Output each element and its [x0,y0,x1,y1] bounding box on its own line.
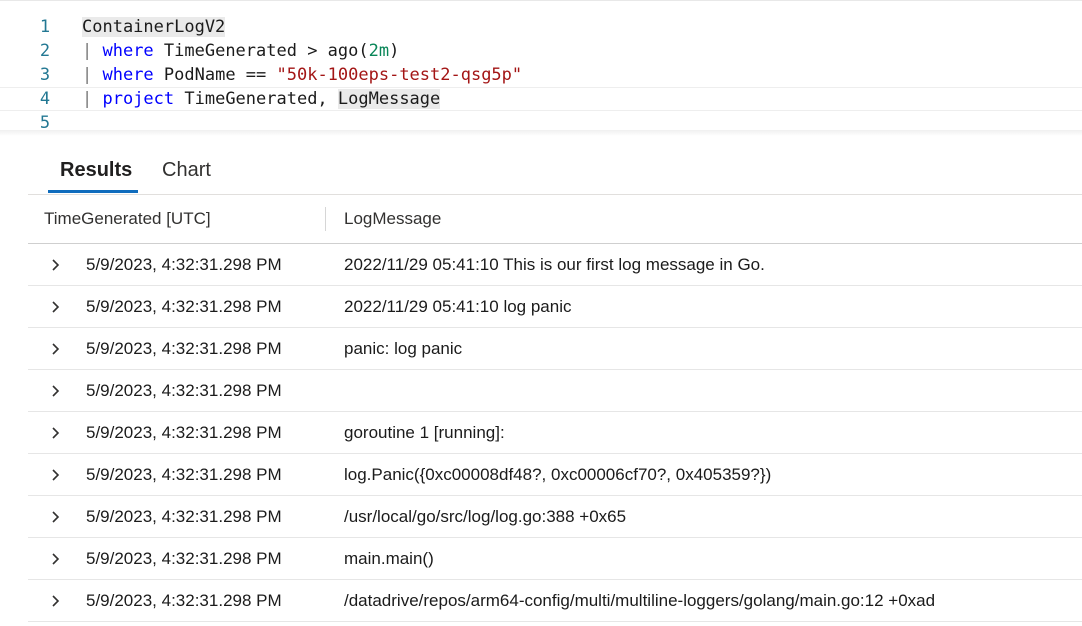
code-line[interactable]: 1 ContainerLogV2 [0,15,1082,39]
code-token: 2m [368,41,390,61]
chevron-right-icon[interactable] [48,580,64,621]
code-token: where [102,65,154,85]
table-row[interactable]: 5/9/2023, 4:32:31.298 PM/usr/local/go/sr… [28,496,1082,538]
code-line[interactable]: 3 | where PodName == "50k-100eps-test2-qs… [0,63,1082,87]
cell-log-message: panic: log panic [344,339,463,358]
chevron-right-icon[interactable] [48,496,64,537]
query-editor[interactable]: 1 ContainerLogV2 2 | where TimeGenerated > … [0,0,1082,133]
cell-time-generated: 5/9/2023, 4:32:31.298 PM [86,255,282,274]
code-text: | where TimeGenerated > ago(2m) [82,39,399,63]
table-row[interactable]: 5/9/2023, 4:32:31.298 PM panic: log panic [28,328,1082,370]
cell-log-message: goroutine 1 [running]: [344,423,505,442]
chevron-right-icon[interactable] [48,454,64,495]
table-row[interactable]: 5/9/2023, 4:32:31.298 PM 2022/11/29 05:41… [28,244,1082,286]
code-line[interactable]: 4 | project TimeGenerated, LogMessage [0,87,1082,111]
column-header-time[interactable]: TimeGenerated [UTC] [44,195,211,243]
cell-time-generated: 5/9/2023, 4:32:31.298 PM [86,297,282,316]
chevron-right-icon[interactable] [48,328,64,369]
table-row[interactable]: 5/9/2023, 4:32:31.298 PM 2022/11/29 05:41… [28,286,1082,328]
cell-log-message: log.Panic({0xc00008df48?, 0xc00006cf70?,… [344,465,772,484]
line-number: 2 [39,41,51,61]
code-token: "50k-100eps-test2-qsg5p" [276,65,523,85]
chevron-right-icon[interactable] [48,286,64,327]
code-token: | [82,89,103,109]
table-row[interactable]: 5/9/2023, 4:32:31.298 PM/datadrive/repos… [28,580,1082,622]
tab-chart[interactable]: Chart [162,148,211,192]
code-text: ContainerLogV2 [82,15,226,39]
cell-log-message: 2022/11/29 05:41:10 log panic [344,297,572,316]
line-number: 4 [39,89,51,109]
code-text: | project TimeGenerated, LogMessage [82,88,441,110]
code-token: LogMessage [337,89,441,109]
cell-log-message: /usr/local/go/src/log/log.go:388 +0x65 [344,507,627,526]
cell-log-message: main.main() [344,549,434,568]
cell-log-message: /datadrive/repos/arm64-config/multi/mult… [344,591,936,610]
code-token: | [82,41,103,61]
cell-time-generated: 5/9/2023, 4:32:31.298 PM [86,465,282,484]
cell-log-message: 2022/11/29 05:41:10 This is our first lo… [344,255,765,274]
active-tab-indicator [48,190,138,193]
chevron-right-icon[interactable] [48,244,64,285]
column-resize-handle[interactable] [325,207,326,231]
cell-time-generated: 5/9/2023, 4:32:31.298 PM [86,381,282,400]
cell-time-generated: 5/9/2023, 4:32:31.298 PM [86,339,282,358]
table-row[interactable]: 5/9/2023, 4:32:31.298 PM [28,370,1082,412]
column-header-message[interactable]: LogMessage [344,195,441,243]
code-token: | [82,65,103,85]
cell-time-generated: 5/9/2023, 4:32:31.298 PM [86,507,282,526]
tab-results[interactable]: Results [60,148,132,192]
cell-time-generated: 5/9/2023, 4:32:31.298 PM [86,423,282,442]
line-number: 3 [39,65,51,85]
chevron-right-icon[interactable] [48,538,64,579]
editor-divider [0,130,1082,136]
code-text: | where PodName == "50k-100eps-test2-qsg… [82,63,522,87]
code-token: TimeGenerated > ago( [153,41,369,61]
table-row[interactable]: 5/9/2023, 4:32:31.298 PM goroutine 1 [run… [28,412,1082,454]
code-line[interactable]: 2 | where TimeGenerated > ago(2m) [0,39,1082,63]
code-token: where [102,41,154,61]
chevron-right-icon[interactable] [48,412,64,453]
results-table: 5/9/2023, 4:32:31.298 PM 2022/11/29 05:41… [28,244,1082,622]
cell-time-generated: 5/9/2023, 4:32:31.298 PM [86,591,282,610]
table-row[interactable]: 5/9/2023, 4:32:31.298 PM main.main() [28,538,1082,580]
code-token: TimeGenerated, [174,89,338,109]
code-token: ContainerLogV2 [82,17,226,37]
cell-time-generated: 5/9/2023, 4:32:31.298 PM [86,549,282,568]
line-number: 1 [39,17,51,37]
code-token: ) [389,41,400,61]
code-token: project [102,89,175,109]
chevron-right-icon[interactable] [48,370,64,411]
code-token: PodName == [153,65,277,85]
table-row[interactable]: 5/9/2023, 4:32:31.298 PM log.Panic({0xc00… [28,454,1082,496]
